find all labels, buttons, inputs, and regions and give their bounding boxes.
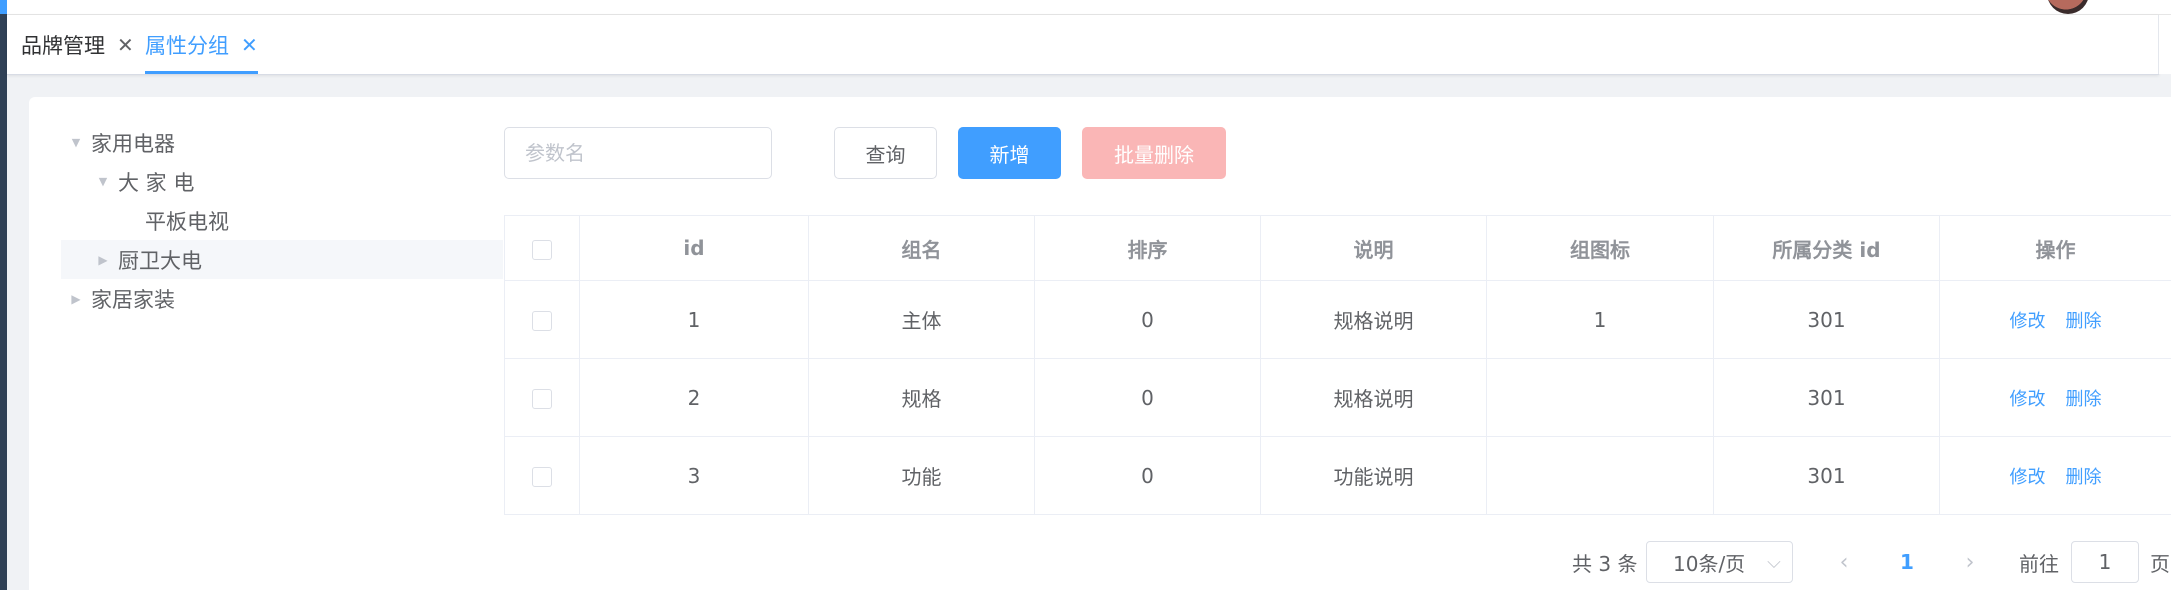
next-page-button[interactable]: › (1955, 541, 1985, 583)
column-header-catalog-id[interactable]: 所属分类 id (1713, 215, 1940, 281)
goto-label: 前往 (2019, 551, 2059, 576)
cell-sort: 0 (1034, 436, 1261, 515)
row-select-cell (504, 280, 580, 359)
tree-node-label: 平板电视 (145, 209, 229, 234)
caret-right-icon[interactable]: ▶ (88, 253, 118, 267)
tree-node-label: 家用电器 (91, 131, 175, 156)
sidebar-edge-accent (0, 0, 7, 14)
column-header-id[interactable]: id (579, 215, 809, 281)
edit-link[interactable]: 修改 (2010, 389, 2046, 410)
goto-page-input[interactable] (2071, 541, 2139, 583)
tree-node-label: 厨卫大电 (118, 248, 202, 273)
close-icon[interactable]: ✕ (117, 33, 134, 57)
caret-down-icon[interactable]: ▼ (61, 136, 91, 149)
cell-catalog-id: 301 (1713, 436, 1940, 515)
cell-id: 2 (579, 358, 809, 437)
avatar[interactable] (2047, 0, 2089, 14)
prev-page-button[interactable]: ‹ (1829, 541, 1859, 583)
cell-name: 规格 (808, 358, 1035, 437)
tab-attr-group[interactable]: 属性分组 ✕ (145, 15, 258, 74)
cell-icon: 1 (1486, 280, 1714, 359)
page-size-value: 10条/页 (1673, 551, 1746, 576)
cell-id: 3 (579, 436, 809, 515)
cell-actions: 修改 删除 (1939, 280, 2171, 359)
tab-label: 属性分组 (145, 33, 229, 58)
cell-id: 1 (579, 280, 809, 359)
tree-node-large-appliances[interactable]: ▼ 大 家 电 (61, 162, 503, 201)
pagination-total: 共 3 条 (1572, 551, 1638, 576)
cell-name: 主体 (808, 280, 1035, 359)
tags-view: 品牌管理 ✕ 属性分组 ✕ (7, 15, 2159, 75)
tree-node-flat-tv[interactable]: 平板电视 (61, 201, 503, 240)
cell-icon (1486, 358, 1714, 437)
column-header-desc[interactable]: 说明 (1260, 215, 1487, 281)
caret-down-icon[interactable]: ▼ (88, 175, 118, 188)
row-checkbox[interactable] (532, 467, 552, 487)
row-checkbox[interactable] (532, 389, 552, 409)
cell-desc: 功能说明 (1260, 436, 1487, 515)
cell-sort: 0 (1034, 358, 1261, 437)
caret-right-icon[interactable]: ▶ (61, 292, 91, 306)
query-button[interactable]: 查询 (834, 127, 937, 179)
row-checkbox[interactable] (532, 311, 552, 331)
page-number-current[interactable]: 1 (1892, 541, 1922, 583)
column-header-icon[interactable]: 组图标 (1486, 215, 1714, 281)
row-select-cell (504, 358, 580, 437)
column-header-actions: 操作 (1939, 215, 2171, 281)
cell-desc: 规格说明 (1260, 358, 1487, 437)
batch-delete-button[interactable]: 批量删除 (1082, 127, 1226, 179)
table-row: 3 功能 0 功能说明 301 修改 删除 (504, 436, 2171, 515)
content-card: ▼ 家用电器 ▼ 大 家 电 平板电视 ▶ 厨卫大电 ▶ 家居家装 查询 新增 … (29, 97, 2171, 590)
tree-node-label: 家居家装 (91, 287, 175, 312)
tree-node-home-furnishing[interactable]: ▶ 家居家装 (61, 279, 503, 318)
delete-link[interactable]: 删除 (2066, 311, 2102, 332)
cell-desc: 规格说明 (1260, 280, 1487, 359)
cell-actions: 修改 删除 (1939, 358, 2171, 437)
table-header-row: id 组名 排序 说明 组图标 所属分类 id 操作 (504, 215, 2171, 281)
chevron-down-icon: ⌵ (1767, 551, 1781, 573)
tab-label: 品牌管理 (21, 33, 105, 58)
select-all-checkbox[interactable] (532, 239, 552, 260)
tree-node-kitchen-appliances[interactable]: ▶ 厨卫大电 (61, 240, 503, 279)
tab-brand-management[interactable]: 品牌管理 ✕ (21, 15, 134, 74)
attr-group-table: id 组名 排序 说明 组图标 所属分类 id 操作 1 主体 0 规格说明 1… (504, 215, 2171, 515)
select-all-cell (504, 215, 580, 281)
column-header-sort[interactable]: 排序 (1034, 215, 1261, 281)
tags-view-edge (2158, 15, 2171, 74)
cell-sort: 0 (1034, 280, 1261, 359)
delete-link[interactable]: 删除 (2066, 467, 2102, 488)
cell-name: 功能 (808, 436, 1035, 515)
edit-link[interactable]: 修改 (2010, 311, 2046, 332)
column-header-name[interactable]: 组名 (808, 215, 1035, 281)
cell-catalog-id: 301 (1713, 358, 1940, 437)
close-icon[interactable]: ✕ (241, 33, 258, 57)
page-size-select[interactable]: 10条/页 ⌵ (1646, 541, 1793, 583)
cell-icon (1486, 436, 1714, 515)
param-name-input[interactable] (504, 127, 772, 179)
cell-actions: 修改 删除 (1939, 436, 2171, 515)
table-row: 1 主体 0 规格说明 1 301 修改 删除 (504, 280, 2171, 359)
goto-unit-label: 页 (2150, 551, 2170, 576)
delete-link[interactable]: 删除 (2066, 389, 2102, 410)
add-button[interactable]: 新增 (958, 127, 1061, 179)
navbar (7, 0, 2171, 15)
edit-link[interactable]: 修改 (2010, 467, 2046, 488)
row-select-cell (504, 436, 580, 515)
table-row: 2 规格 0 规格说明 301 修改 删除 (504, 358, 2171, 437)
sidebar-edge (0, 0, 7, 590)
category-tree: ▼ 家用电器 ▼ 大 家 电 平板电视 ▶ 厨卫大电 ▶ 家居家装 (61, 123, 503, 318)
tree-node-label: 大 家 电 (118, 170, 195, 195)
cell-catalog-id: 301 (1713, 280, 1940, 359)
tree-node-home-appliances[interactable]: ▼ 家用电器 (61, 123, 503, 162)
